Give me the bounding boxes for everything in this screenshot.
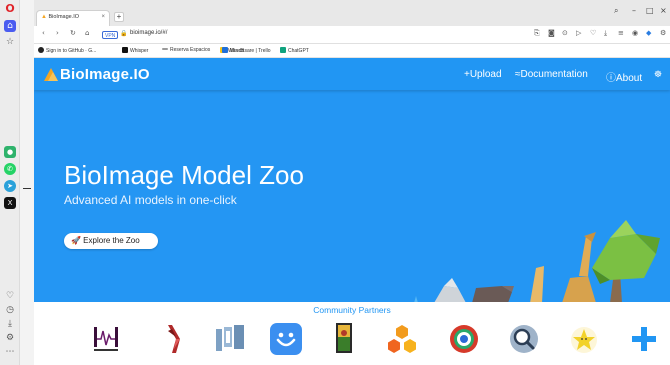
heart-icon[interactable]: ♡ bbox=[4, 290, 16, 302]
maximize-button[interactable]: □ bbox=[646, 6, 654, 15]
whisper-icon bbox=[122, 47, 128, 53]
bookmark-trello[interactable]: Mis casare | Trello bbox=[222, 47, 270, 54]
download-icon[interactable]: ⤓ bbox=[4, 318, 16, 330]
more-icon[interactable]: ⋯ bbox=[4, 346, 16, 358]
documentation-link[interactable]: ≈Documentation bbox=[515, 69, 588, 80]
vpn-badge[interactable]: VPN bbox=[102, 31, 119, 39]
ring-logo[interactable] bbox=[448, 323, 480, 355]
site-navbar: BioImage.IO +Upload ≈Documentation ⓘAbou… bbox=[34, 58, 670, 90]
ij-logo[interactable] bbox=[214, 323, 246, 355]
partners-title: Community Partners bbox=[313, 305, 391, 315]
forward-icon[interactable]: › bbox=[56, 29, 59, 37]
collapse-handle[interactable] bbox=[23, 188, 31, 189]
explore-button[interactable]: 🚀 Explore the Zoo bbox=[64, 233, 158, 249]
extension-icon[interactable]: ◆ bbox=[646, 29, 651, 37]
search-tabs-icon[interactable]: ⌕ bbox=[614, 6, 618, 16]
smiley-logo[interactable] bbox=[270, 323, 302, 355]
trello-icon bbox=[222, 47, 228, 53]
sidebar-gap bbox=[20, 0, 34, 365]
github-icon bbox=[38, 47, 44, 53]
heart-toolbar-icon[interactable]: ♡ bbox=[590, 29, 596, 37]
chatgpt-side-icon[interactable]: ● bbox=[4, 146, 16, 158]
community-partners-section: Community Partners bbox=[34, 302, 670, 365]
bookmark-reserva[interactable]: Reserva Espacios bbox=[162, 47, 210, 53]
profile-icon[interactable]: ◉ bbox=[632, 29, 638, 37]
user-icon[interactable]: ☸ bbox=[654, 69, 662, 80]
bookmark-whisper[interactable]: Whisper bbox=[122, 47, 148, 54]
heartbeat-logo[interactable] bbox=[90, 323, 122, 355]
browser-window: O ⌂ ☆ ● ✆ ➤ X ♡ ◷ ⤓ ⚙ ⋯ ▲ BioImage.IO × … bbox=[0, 0, 670, 365]
page-content: BioImage.IO +Upload ≈Documentation ⓘAbou… bbox=[34, 58, 670, 365]
settings-toolbar-icon[interactable]: ⚙ bbox=[660, 29, 666, 37]
tab-favicon-icon: ▲ bbox=[41, 14, 47, 20]
hexagons-logo[interactable] bbox=[386, 323, 418, 355]
whatsapp-icon[interactable]: ✆ bbox=[4, 163, 16, 175]
chatgpt-icon bbox=[280, 47, 286, 53]
home-icon[interactable]: ⌂ bbox=[4, 20, 16, 32]
back-icon[interactable]: ‹ bbox=[42, 29, 45, 37]
hero-title: BioImage Model Zoo bbox=[64, 160, 304, 190]
hero-subtitle: Advanced AI models in one-click bbox=[64, 193, 237, 207]
telegram-icon[interactable]: ➤ bbox=[4, 180, 16, 192]
history-icon[interactable]: ◷ bbox=[4, 304, 16, 316]
opera-sidebar: O ⌂ ☆ ● ✆ ➤ X ♡ ◷ ⤓ ⚙ ⋯ bbox=[0, 0, 20, 365]
lock-icon: 🔒 bbox=[120, 30, 128, 37]
url-field[interactable]: bioimage.io/#/ bbox=[130, 30, 167, 36]
home-nav-icon[interactable]: ⌂ bbox=[85, 29, 89, 37]
address-bar: ‹ › ↻ ⌂ VPN 🔒 bioimage.io/#/ ⎘ ◙ ⊙ ▷ ♡ ⤓… bbox=[34, 26, 670, 44]
settings-icon[interactable]: ⚙ bbox=[4, 332, 16, 344]
bookmarks-bar: Sign in to GitHub · G... Whisper Reserva… bbox=[34, 44, 670, 58]
stardist-logo[interactable] bbox=[568, 323, 600, 355]
reload-icon[interactable]: ↻ bbox=[70, 29, 76, 37]
logo-icon[interactable] bbox=[42, 66, 60, 82]
upload-link[interactable]: +Upload bbox=[464, 69, 502, 80]
tab-bioimage[interactable]: ▲ BioImage.IO × bbox=[36, 10, 110, 26]
magnifier-logo[interactable] bbox=[508, 323, 540, 355]
opera-logo-icon[interactable]: O bbox=[4, 3, 16, 15]
new-tab-button[interactable]: + bbox=[114, 12, 124, 22]
tab-title: BioImage.IO bbox=[48, 14, 80, 20]
painting-logo[interactable] bbox=[328, 323, 360, 355]
play-icon[interactable]: ▷ bbox=[576, 29, 581, 37]
about-link[interactable]: ⓘAbout bbox=[606, 69, 642, 84]
zoom-icon[interactable]: ⊙ bbox=[562, 29, 568, 37]
logo-text[interactable]: BioImage.IO bbox=[60, 66, 150, 83]
reserva-icon bbox=[162, 48, 168, 50]
star-icon[interactable]: ☆ bbox=[4, 36, 16, 48]
easy-setup-icon[interactable]: ≡ bbox=[618, 29, 624, 37]
dna-logo[interactable] bbox=[158, 323, 190, 355]
close-window-button[interactable]: × bbox=[660, 6, 667, 15]
tab-close-icon[interactable]: × bbox=[101, 14, 105, 20]
x-icon[interactable]: X bbox=[4, 197, 16, 209]
bookmark-chatgpt[interactable]: ChatGPT bbox=[280, 47, 309, 54]
downloads-icon[interactable]: ⤓ bbox=[604, 29, 607, 38]
screenshot-icon[interactable]: ⎘ bbox=[534, 29, 540, 38]
lowpoly-animals-illustration bbox=[414, 220, 660, 303]
tab-bar: ▲ BioImage.IO × + ⌕ – □ × bbox=[34, 0, 670, 26]
plus-icon[interactable] bbox=[628, 323, 660, 355]
minimize-button[interactable]: – bbox=[632, 6, 636, 15]
camera-icon[interactable]: ◙ bbox=[548, 29, 555, 37]
bookmark-github[interactable]: Sign in to GitHub · G... bbox=[38, 47, 96, 54]
